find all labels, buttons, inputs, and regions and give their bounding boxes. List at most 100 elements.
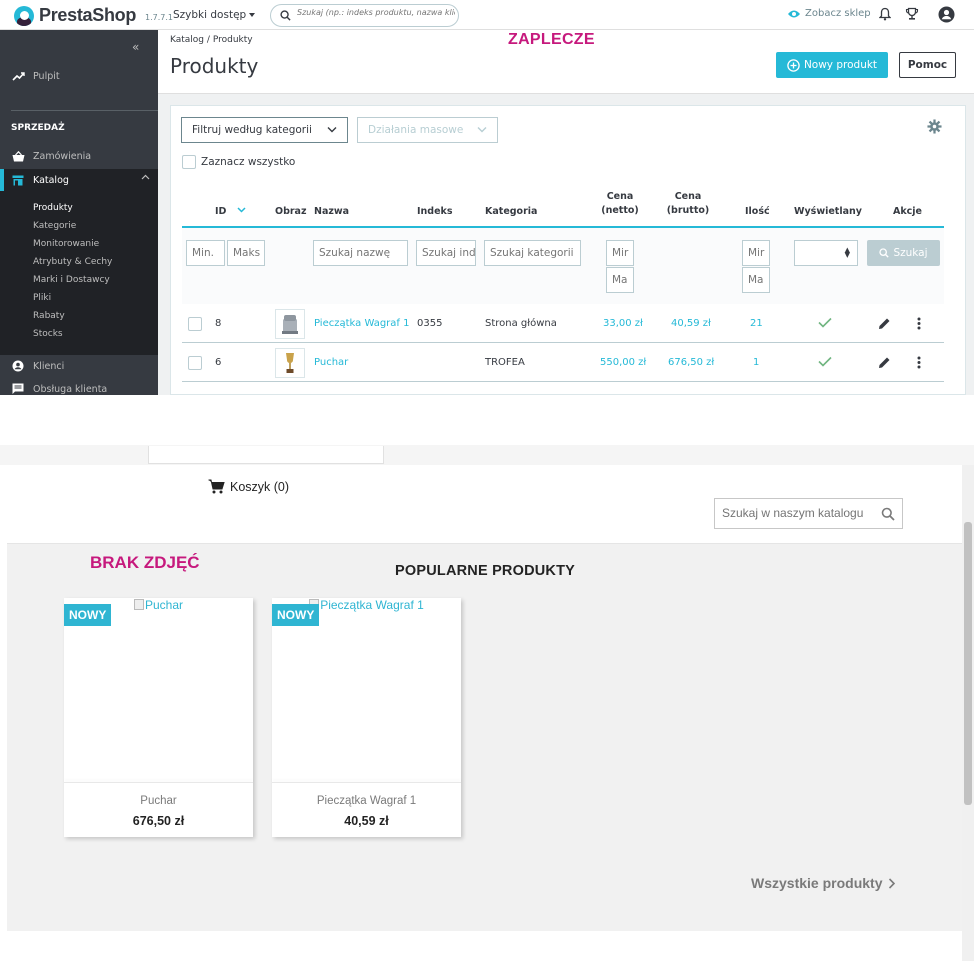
catalog-submenu: Produkty Kategorie Monitorowanie Atrybut… (0, 191, 158, 355)
submenu-item-brands[interactable]: Marki i Dostawcy (33, 275, 110, 285)
store-search-input[interactable] (722, 506, 872, 520)
product-card[interactable]: Puchar NOWY Puchar 676,50 zł (64, 598, 253, 837)
see-store-link[interactable]: Zobacz sklep (787, 8, 871, 19)
submenu-item-stocks[interactable]: Stocks (33, 329, 63, 339)
sidebar-item-dashboard[interactable]: Pulpit (0, 68, 158, 84)
filter-name[interactable] (313, 240, 408, 266)
scrollbar-thumb[interactable] (964, 522, 972, 805)
edit-pencil-icon[interactable] (878, 356, 891, 369)
status-enabled-check-icon[interactable] (818, 317, 832, 328)
column-header-quantity[interactable]: Ilość (745, 205, 770, 219)
filter-id-min[interactable] (186, 240, 225, 266)
collapse-sidebar-icon[interactable]: « (132, 40, 139, 54)
admin-search-input[interactable] (297, 8, 455, 17)
row-checkbox[interactable] (188, 317, 202, 331)
product-thumbnail[interactable] (275, 309, 305, 339)
filter-status-select[interactable]: ▲ ▼ (794, 240, 858, 266)
product-image-alt-text: Pieczątka Wagraf 1 (320, 598, 424, 612)
product-card[interactable]: Pieczątka Wagraf 1 NOWY Pieczątka Wagraf… (272, 598, 461, 837)
search-icon[interactable] (881, 507, 895, 521)
submenu-item-discounts[interactable]: Rabaty (33, 311, 65, 321)
edit-pencil-icon[interactable] (878, 317, 891, 330)
column-label: Cena (674, 191, 702, 202)
filter-qty-max[interactable] (742, 267, 770, 293)
card-divider (272, 782, 461, 783)
admin-search[interactable] (270, 4, 459, 27)
browser-toolbar-fragment (0, 445, 974, 465)
column-header-price-gross[interactable]: Cena (brutto) (665, 190, 711, 218)
column-header-id[interactable]: ID (215, 205, 246, 219)
breadcrumb-catalog[interactable]: Katalog (170, 35, 204, 45)
filter-qty-min[interactable] (742, 240, 770, 266)
row-checkbox[interactable] (188, 356, 202, 370)
sidebar-item-label: Obsługa klienta (33, 383, 108, 395)
annotation-no-images: BRAK ZDJĘĆ (90, 553, 200, 572)
quick-access-label: Szybki dostęp (173, 9, 247, 21)
cell-name[interactable]: Puchar (314, 357, 348, 368)
submenu-item-products[interactable]: Produkty (33, 203, 73, 213)
prestashop-logo[interactable]: PrestaShop 1.7.7.1 (14, 5, 173, 26)
cart-link[interactable]: Koszyk (0) (208, 479, 289, 494)
cell-price-net[interactable]: 33,00 zł (603, 318, 643, 329)
help-button[interactable]: Pomoc (899, 52, 956, 78)
sidebar-item-catalog[interactable]: Katalog (0, 169, 158, 191)
column-header-reference[interactable]: Indeks (417, 205, 453, 219)
filter-reference[interactable] (416, 240, 476, 266)
cell-name[interactable]: Pieczątka Wagraf 1 (314, 318, 409, 329)
column-header-name[interactable]: Nazwa (314, 205, 349, 219)
more-vertical-icon[interactable] (917, 356, 921, 369)
settings-gear-icon[interactable] (927, 119, 942, 134)
filter-by-category-dropdown[interactable]: Filtruj według kategorii (181, 117, 348, 143)
filter-price-min[interactable] (606, 240, 634, 266)
select-all-label: Zaznacz wszystko (201, 156, 296, 168)
store-search[interactable] (714, 498, 903, 529)
filter-search-button[interactable]: Szukaj (867, 240, 940, 266)
quick-access-dropdown[interactable]: Szybki dostęp (173, 9, 256, 21)
page-scrollbar[interactable] (962, 465, 974, 961)
filter-id-max[interactable] (227, 240, 265, 266)
all-products-link[interactable]: Wszystkie produkty (751, 875, 896, 891)
product-name[interactable]: Pieczątka Wagraf 1 (272, 795, 461, 807)
cell-price-net[interactable]: 550,00 zł (600, 357, 646, 368)
filter-category[interactable] (484, 240, 581, 266)
sidebar-item-label: Zamówienia (33, 150, 92, 162)
see-store-label: Zobacz sklep (805, 8, 871, 19)
products-card: Filtruj według kategorii Działania masow… (170, 105, 966, 395)
submenu-item-categories[interactable]: Kategorie (33, 221, 76, 231)
submenu-item-attributes[interactable]: Atrybuty & Cechy (33, 257, 112, 267)
more-vertical-icon[interactable] (917, 317, 921, 330)
cell-category: TROFEA (485, 357, 525, 368)
broken-image-icon (133, 599, 144, 610)
filter-price-max[interactable] (606, 267, 634, 293)
product-name[interactable]: Puchar (64, 795, 253, 807)
status-enabled-check-icon[interactable] (818, 356, 832, 367)
submenu-item-monitoring[interactable]: Monitorowanie (33, 239, 99, 249)
column-header-status[interactable]: Wyświetlany (794, 205, 862, 219)
search-icon (879, 248, 890, 258)
trophy-icon[interactable] (905, 7, 919, 21)
admin-sidebar: « Pulpit SPRZEDAŻ Zamówienia Katalog Pro… (0, 30, 158, 395)
sidebar-item-customer-service[interactable]: Obsługa klienta (0, 381, 158, 395)
bulk-actions-dropdown[interactable]: Działania masowe (357, 117, 498, 143)
cell-price-gross[interactable]: 40,59 zł (671, 318, 711, 329)
caret-down-icon (249, 13, 256, 20)
sort-desc-icon[interactable] (237, 207, 246, 213)
search-icon (280, 10, 291, 21)
notifications-bell-icon[interactable] (879, 7, 891, 21)
product-thumbnail[interactable] (275, 348, 305, 378)
sidebar-item-orders[interactable]: Zamówienia (0, 148, 158, 164)
select-all-checkbox[interactable] (182, 155, 196, 169)
prestashop-logo-icon (14, 5, 34, 26)
new-product-button[interactable]: Nowy produkt (776, 52, 888, 78)
sidebar-item-customers[interactable]: Klienci (0, 358, 158, 374)
cell-price-gross[interactable]: 676,50 zł (668, 357, 714, 368)
column-header-price-net[interactable]: Cena (netto) (598, 190, 642, 218)
cell-quantity[interactable]: 21 (750, 318, 763, 329)
chat-icon (11, 383, 25, 395)
cell-quantity[interactable]: 1 (753, 357, 759, 368)
cell-reference: 0355 (417, 318, 443, 329)
chevron-down-icon (477, 126, 487, 133)
submenu-item-files[interactable]: Pliki (33, 293, 51, 303)
column-header-category[interactable]: Kategoria (485, 205, 537, 219)
user-account-icon[interactable] (938, 6, 955, 23)
